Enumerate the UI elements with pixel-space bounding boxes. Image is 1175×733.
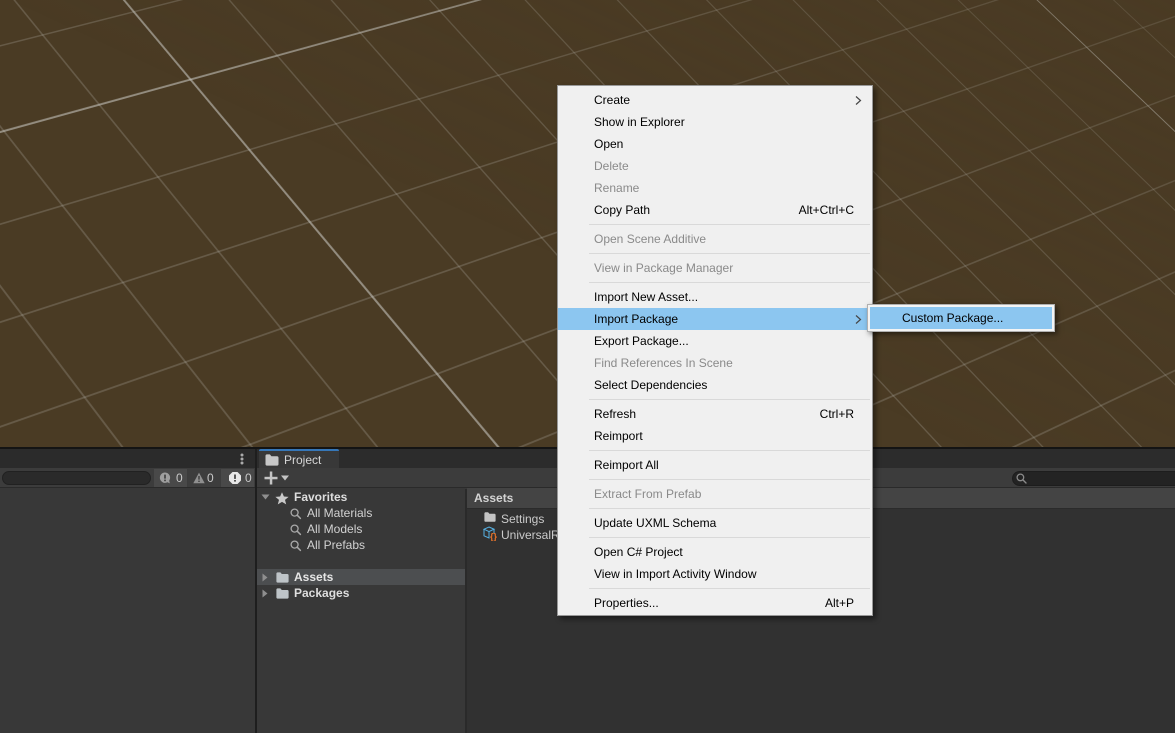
svg-text:{}: {} bbox=[490, 532, 498, 541]
